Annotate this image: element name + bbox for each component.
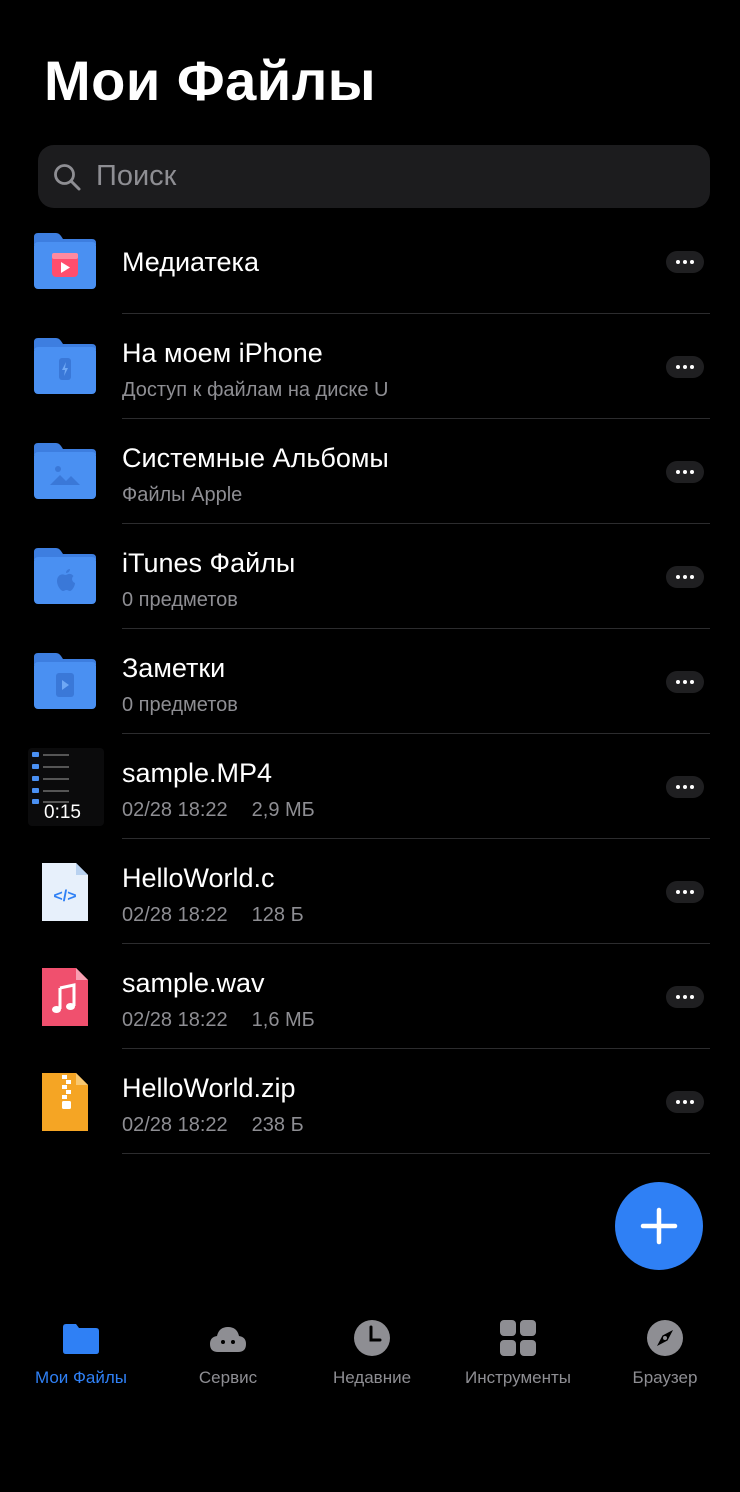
- tab-label: Браузер: [632, 1368, 698, 1387]
- item-name: sample.MP4: [122, 758, 273, 788]
- item-name: Заметки: [122, 653, 226, 683]
- tab-my-files[interactable]: Мои Файлы: [6, 1300, 156, 1388]
- list-item-system-albums[interactable]: Системные Альбомы Файлы Apple: [0, 419, 740, 524]
- item-meta: 02/28 18:22 128 Б: [122, 904, 304, 927]
- item-size: 238 Б: [251, 1114, 304, 1136]
- search-bar[interactable]: [38, 145, 710, 208]
- item-subtitle: Доступ к файлам на диске U: [122, 379, 389, 401]
- item-name: sample.wav: [122, 968, 265, 998]
- clock-icon: [354, 1320, 390, 1356]
- item-date: 02/28 18:22: [122, 799, 228, 821]
- apple-folder-icon: [34, 548, 96, 604]
- list-item-media-library[interactable]: Медиатека: [0, 209, 740, 314]
- more-options-button[interactable]: [666, 881, 704, 903]
- video-thumbnail: 0:15: [28, 748, 104, 826]
- tab-label: Мои Файлы: [34, 1368, 128, 1387]
- file-list: Медиатека На моем iPhone Доступ к файлам…: [0, 209, 740, 1154]
- more-options-button[interactable]: [666, 356, 704, 378]
- item-name: Системные Альбомы: [122, 443, 389, 473]
- list-item-helloworld-zip[interactable]: HelloWorld.zip 02/28 18:22 238 Б: [0, 1049, 740, 1154]
- tab-label: Инструменты: [464, 1368, 571, 1387]
- divider: [122, 1153, 710, 1154]
- grid-icon: [500, 1320, 536, 1356]
- item-date: 02/28 18:22: [122, 1009, 228, 1031]
- list-item-notes[interactable]: Заметки 0 предметов: [0, 629, 740, 734]
- item-name: HelloWorld.c: [122, 863, 275, 893]
- tab-service[interactable]: Сервис: [153, 1300, 303, 1388]
- page-title: Мои Файлы: [44, 49, 377, 112]
- svg-text:</>: </>: [53, 888, 76, 905]
- list-item-itunes-files[interactable]: iTunes Файлы 0 предметов: [0, 524, 740, 629]
- more-options-button[interactable]: [666, 1091, 704, 1113]
- more-options-button[interactable]: [666, 461, 704, 483]
- item-meta: 02/28 18:22 2,9 МБ: [122, 799, 315, 822]
- music-file-icon: [42, 968, 88, 1026]
- photo-folder-icon: [34, 443, 96, 499]
- tab-tools[interactable]: Инструменты: [443, 1300, 593, 1388]
- item-meta: 02/28 18:22 238 Б: [122, 1114, 304, 1137]
- tab-browser[interactable]: Браузер: [590, 1300, 740, 1388]
- item-subtitle: 0 предметов: [122, 694, 238, 716]
- more-options-button[interactable]: [666, 671, 704, 693]
- tab-label: Сервис: [198, 1368, 258, 1387]
- zip-file-icon: [42, 1073, 88, 1131]
- item-name: На моем iPhone: [122, 338, 323, 368]
- usb-folder-icon: [34, 338, 96, 394]
- item-date: 02/28 18:22: [122, 1114, 228, 1136]
- item-size: 1,6 МБ: [251, 1009, 315, 1031]
- cloud-icon: [210, 1327, 246, 1352]
- item-subtitle: 0 предметов: [122, 589, 238, 611]
- notes-folder-icon: [34, 653, 96, 709]
- item-size: 128 Б: [251, 904, 304, 926]
- item-name: iTunes Файлы: [122, 548, 296, 578]
- search-input[interactable]: [94, 159, 658, 194]
- add-button[interactable]: [615, 1182, 703, 1270]
- media-folder-icon: [34, 233, 96, 289]
- more-options-button[interactable]: [666, 251, 704, 273]
- compass-icon: [647, 1320, 683, 1356]
- plus-icon: [640, 1207, 678, 1245]
- tab-label: Недавние: [332, 1368, 412, 1387]
- search-icon: [54, 163, 81, 190]
- video-duration: 0:15: [44, 802, 81, 823]
- code-file-icon: </>: [42, 863, 88, 921]
- item-name: HelloWorld.zip: [122, 1073, 296, 1103]
- tab-recent[interactable]: Недавние: [297, 1300, 447, 1388]
- item-subtitle: Файлы Apple: [122, 484, 243, 506]
- tab-bar: Мои Файлы Сервис Недавние Инструменты Бр…: [0, 1300, 740, 1420]
- list-item-sample-wav[interactable]: sample.wav 02/28 18:22 1,6 МБ: [0, 944, 740, 1049]
- list-item-on-my-iphone[interactable]: На моем iPhone Доступ к файлам на диске …: [0, 314, 740, 419]
- more-options-button[interactable]: [666, 566, 704, 588]
- list-item-helloworld-c[interactable]: </> HelloWorld.c 02/28 18:22 128 Б: [0, 839, 740, 944]
- more-options-button[interactable]: [666, 986, 704, 1008]
- folder-icon: [63, 1324, 99, 1354]
- item-size: 2,9 МБ: [251, 799, 315, 821]
- more-options-button[interactable]: [666, 776, 704, 798]
- item-name: Медиатека: [122, 247, 259, 277]
- item-meta: 02/28 18:22 1,6 МБ: [122, 1009, 315, 1032]
- item-date: 02/28 18:22: [122, 904, 228, 926]
- list-item-sample-mp4[interactable]: 0:15 sample.MP4 02/28 18:22 2,9 МБ: [0, 734, 740, 839]
